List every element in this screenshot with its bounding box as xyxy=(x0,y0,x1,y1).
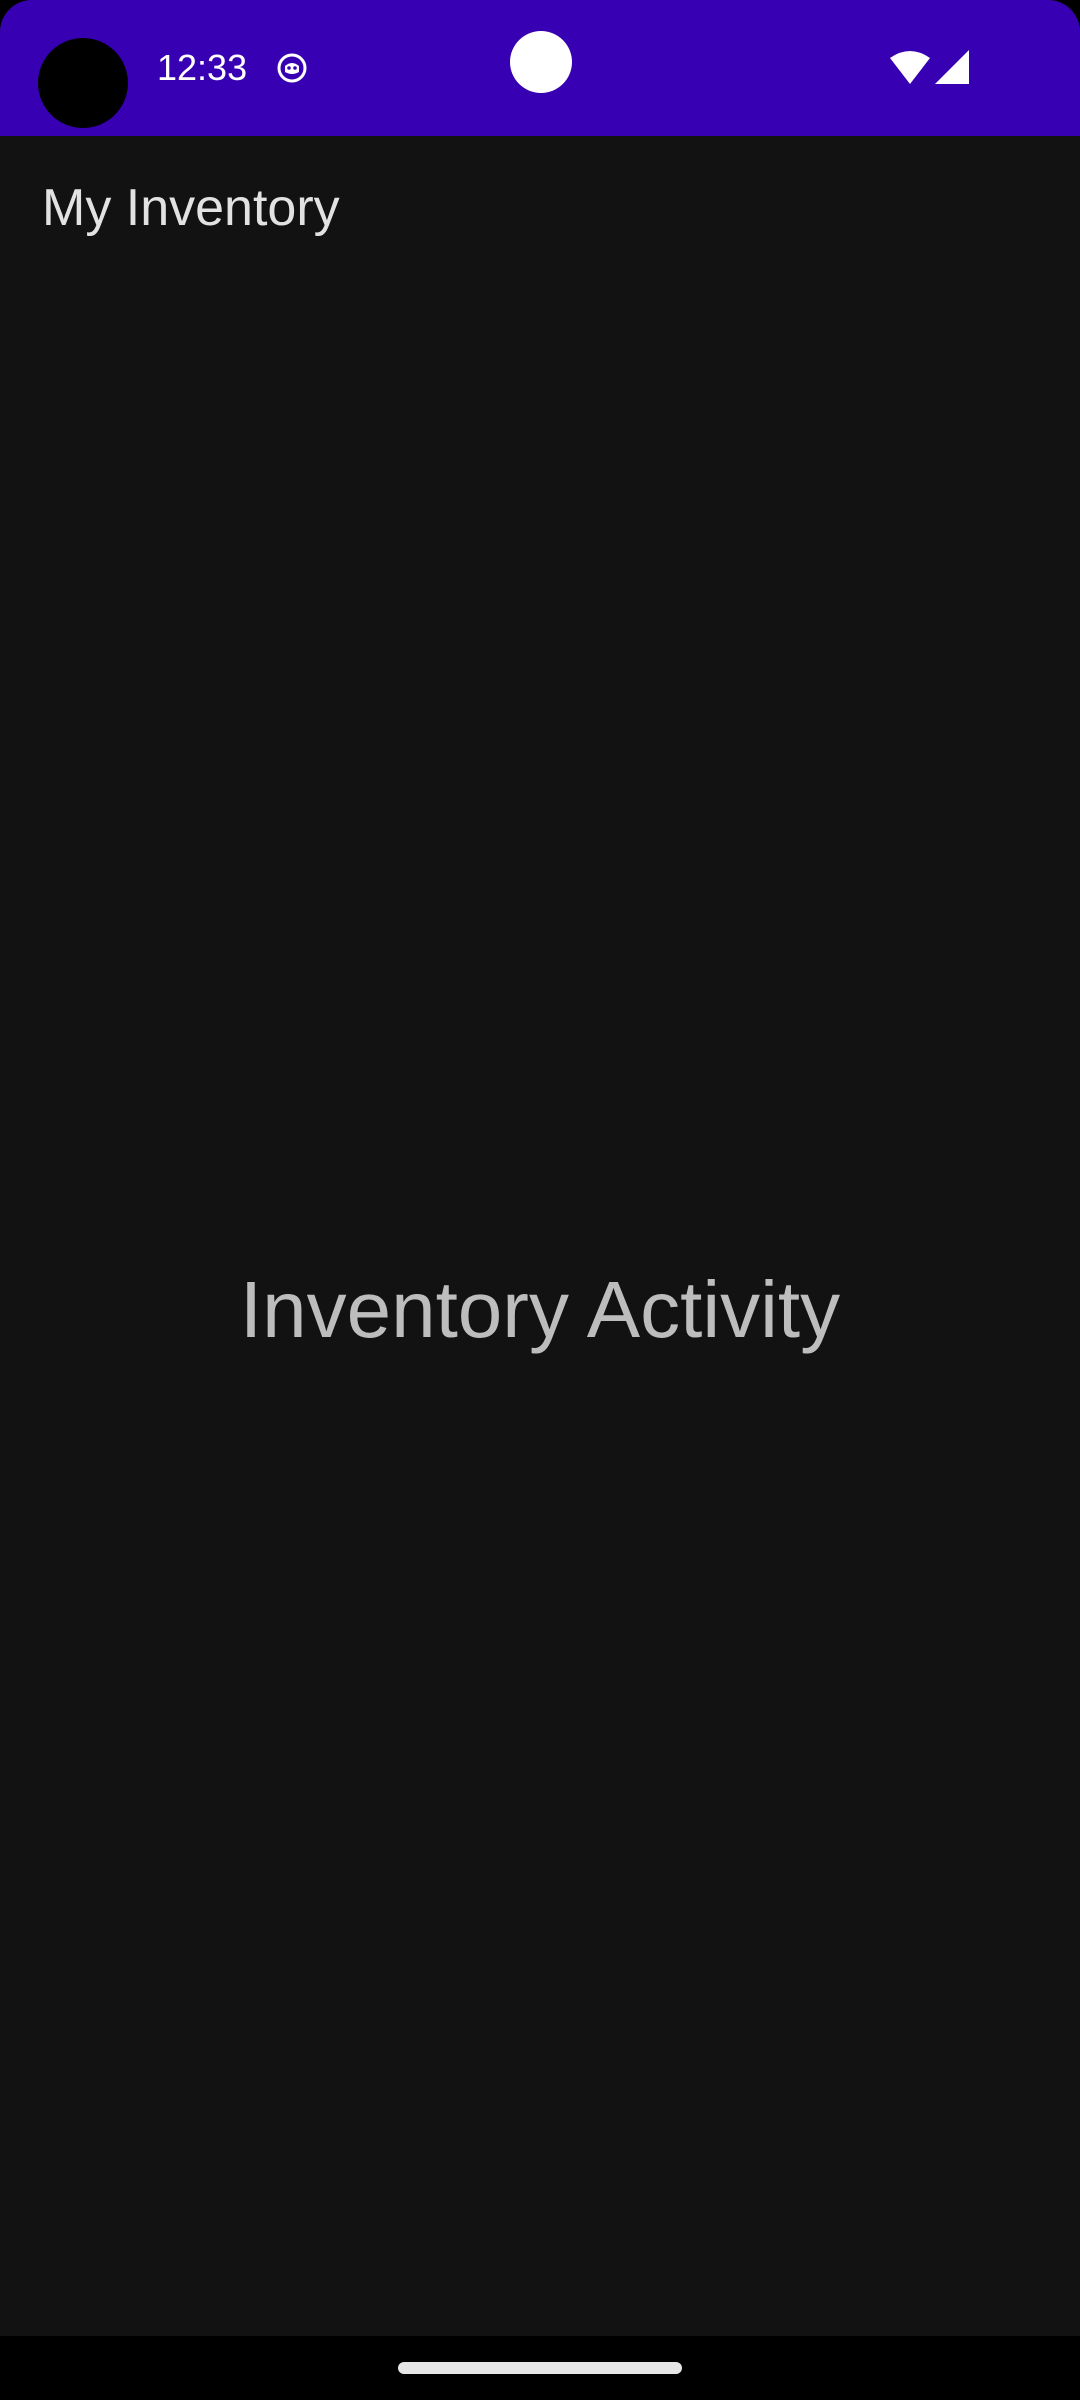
camera-cutout xyxy=(38,38,128,128)
status-time: 12:33 xyxy=(157,47,248,88)
notification-icon xyxy=(277,53,307,83)
app-bar: My Inventory xyxy=(0,136,1080,286)
main-content: Inventory Activity xyxy=(0,286,1080,2336)
cellular-signal-icon xyxy=(935,50,969,84)
activity-label: Inventory Activity xyxy=(239,1265,841,1354)
center-status-dot xyxy=(510,31,572,93)
app-title: My Inventory xyxy=(42,179,340,237)
navigation-bar xyxy=(0,2336,1080,2400)
home-gesture-handle[interactable] xyxy=(398,2362,682,2374)
status-bar: 12:33 xyxy=(0,0,1080,136)
wifi-icon xyxy=(890,51,930,84)
device-screen: 12:33 My Inventory Inventory Activity xyxy=(0,0,1080,2400)
